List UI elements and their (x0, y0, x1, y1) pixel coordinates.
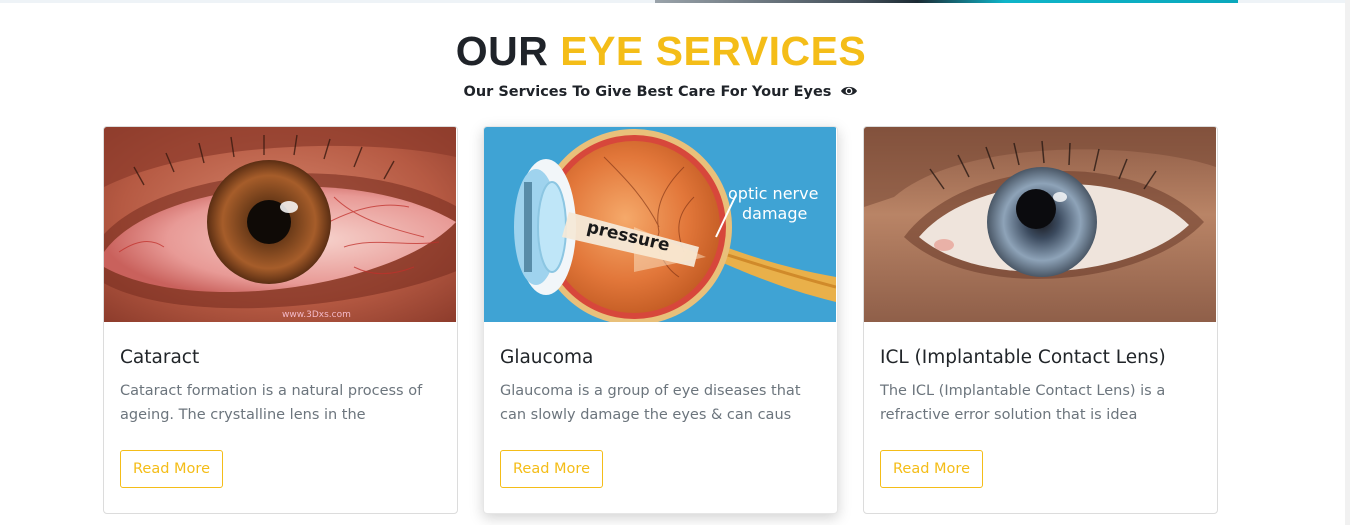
glaucoma-image: pressure optic nerve damage (484, 127, 836, 322)
icl-image (864, 127, 1216, 322)
cataract-read-more-button[interactable]: Read More (120, 450, 223, 488)
section-title: OUR EYE SERVICES (0, 28, 1322, 74)
glaucoma-description: Glaucoma is a group of eye diseases that… (500, 383, 801, 423)
cataract-image-watermark: www.3Dxs.com (282, 310, 351, 320)
section-subtitle: Our Services To Give Best Care For Your … (0, 82, 1322, 102)
glaucoma-read-more-button[interactable]: Read More (500, 450, 603, 488)
cataract-description: Cataract formation is a natural process … (120, 383, 423, 423)
glaucoma-image-label-optic-nerve: optic nerve (728, 184, 818, 203)
eye-icon (840, 83, 858, 96)
page-scrollbar[interactable] (1345, 0, 1350, 525)
glaucoma-title: Glaucoma (500, 347, 594, 368)
cataract-title: Cataract (120, 347, 200, 368)
section-title-accent: EYE SERVICES (560, 28, 867, 74)
service-card-icl: ICL (Implantable Contact Lens) The ICL (… (863, 126, 1218, 514)
icl-read-more-button[interactable]: Read More (880, 450, 983, 488)
glaucoma-image-label-damage: damage (742, 204, 807, 223)
icl-title: ICL (Implantable Contact Lens) (880, 347, 1166, 368)
section-subtitle-text: Our Services To Give Best Care For Your … (463, 84, 832, 100)
service-card-cataract: www.3Dxs.com Cataract Cataract formation… (103, 126, 458, 514)
service-card-glaucoma: pressure optic nerve damage Glaucoma Gla… (483, 126, 838, 514)
banner-image-edge (655, 0, 1238, 3)
section-title-dark: OUR (455, 28, 549, 74)
cataract-image: www.3Dxs.com (104, 127, 456, 322)
icl-description: The ICL (Implantable Contact Lens) is a … (880, 383, 1166, 423)
